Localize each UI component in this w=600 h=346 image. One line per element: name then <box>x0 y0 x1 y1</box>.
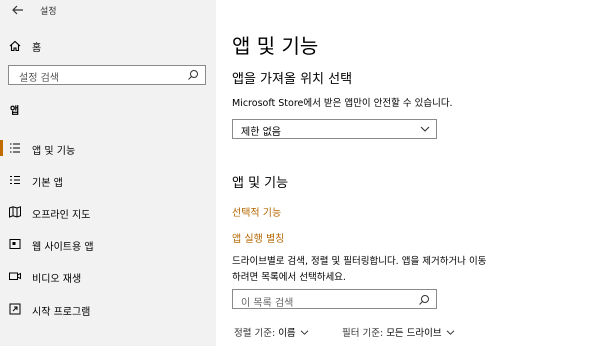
sidebar: 설정 홈 설정 검색 앱 앱 및 기능 기본 앱 오프라인 지도 웹 사이트용 … <box>0 0 216 346</box>
search-placeholder: 설정 검색 <box>19 73 59 84</box>
home-nav-item[interactable]: 홈 <box>8 38 208 54</box>
web-apps-icon <box>9 239 21 249</box>
dropdown-value: 제한 없음 <box>241 127 281 138</box>
sidebar-item-video-playback[interactable]: 비디오 재생 <box>0 265 216 287</box>
app-execution-aliases-link[interactable]: 앱 실행 별칭 <box>232 230 284 245</box>
main-content: 앱 및 기능 앱을 가져올 위치 선택 Microsoft Store에서 받은… <box>216 0 600 346</box>
sidebar-item-apps-for-websites[interactable]: 웹 사이트용 앱 <box>0 233 216 255</box>
title-bar: 설정 <box>0 0 216 22</box>
sidebar-item-startup[interactable]: 시작 프로그램 <box>0 298 216 320</box>
sidebar-item-label: 기본 앱 <box>32 178 63 189</box>
search-icon[interactable] <box>187 69 199 81</box>
optional-features-link[interactable]: 선택적 기능 <box>232 204 281 219</box>
sort-value: 이름 <box>278 328 296 339</box>
app-list-search-input[interactable]: 이 목록 검색 <box>232 289 437 309</box>
sort-by-dropdown[interactable]: 정렬 기준: 이름 <box>234 325 309 339</box>
sidebar-item-label: 웹 사이트용 앱 <box>32 242 94 253</box>
sidebar-item-label: 비디오 재생 <box>32 274 82 285</box>
filter-by-dropdown[interactable]: 필터 기준: 모든 드라이브 <box>342 325 455 339</box>
video-icon <box>9 272 21 280</box>
filter-key-label: 필터 기준: <box>342 328 384 339</box>
map-icon <box>9 206 21 218</box>
page-title: 앱 및 기능 <box>232 34 319 58</box>
section-heading-install-source: 앱을 가져올 위치 선택 <box>232 72 353 87</box>
apps-description-line2: 하려면 목록에서 선택하세요. <box>232 272 346 283</box>
chevron-down-icon <box>446 329 454 335</box>
sidebar-item-apps-features[interactable]: 앱 및 기능 <box>0 137 216 159</box>
home-label: 홈 <box>32 42 42 54</box>
sidebar-item-label: 오프라인 지도 <box>32 210 91 221</box>
sidebar-item-default-apps[interactable]: 기본 앱 <box>0 169 216 191</box>
sidebar-item-offline-maps[interactable]: 오프라인 지도 <box>0 201 216 223</box>
install-source-description: Microsoft Store에서 받은 앱만이 안전할 수 있습니다. <box>232 98 453 109</box>
active-indicator <box>0 140 3 156</box>
chevron-down-icon <box>300 329 309 335</box>
back-arrow-icon[interactable] <box>10 2 26 18</box>
apps-description-line1: 드라이브별로 검색, 정렬 및 필터링합니다. 앱을 제거하거나 이동 <box>232 256 487 267</box>
chevron-down-icon <box>420 126 430 132</box>
window-title: 설정 <box>40 7 57 17</box>
sidebar-item-label: 시작 프로그램 <box>32 307 91 318</box>
apps-list-icon <box>10 143 20 153</box>
search-placeholder: 이 목록 검색 <box>241 298 294 309</box>
section-heading-apps-features: 앱 및 기능 <box>232 176 289 191</box>
sort-key-label: 정렬 기준: <box>234 328 276 339</box>
home-icon <box>9 40 21 52</box>
settings-search-input[interactable]: 설정 검색 <box>8 65 206 85</box>
filter-value: 모든 드라이브 <box>386 328 442 339</box>
sidebar-item-label: 앱 및 기능 <box>32 146 76 157</box>
startup-icon <box>9 303 21 315</box>
group-heading-apps: 앱 <box>10 106 20 117</box>
search-icon[interactable] <box>418 294 430 306</box>
install-source-dropdown[interactable]: 제한 없음 <box>232 119 437 139</box>
default-apps-icon <box>10 175 20 185</box>
